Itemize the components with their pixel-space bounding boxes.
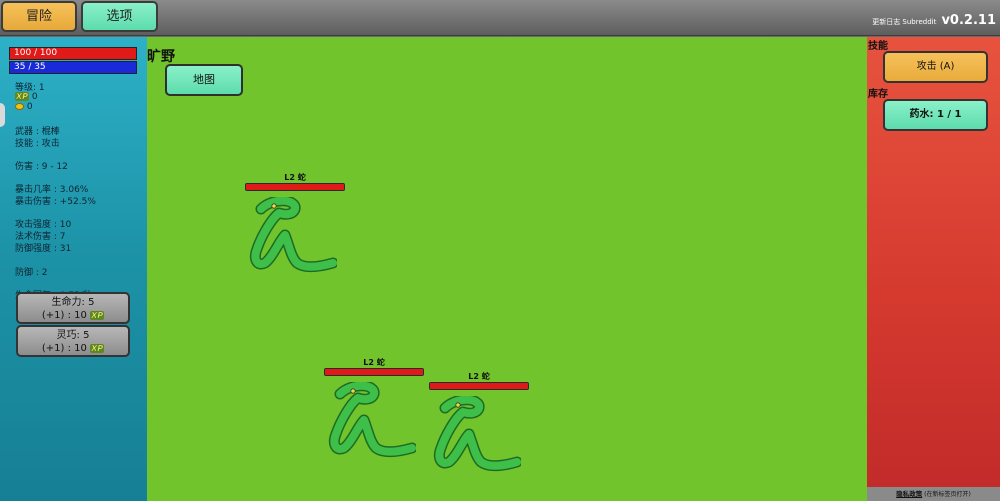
snake-icon — [249, 197, 337, 273]
battlefield: 旷野 地图 L2 蛇 L2 蛇 L2 蛇 — [147, 37, 867, 501]
privacy-link[interactable]: 隐私政策 — [896, 490, 922, 498]
upgrade-vitality-name: 生命力: 5 — [51, 297, 95, 308]
version-label: v0.2.11 — [941, 13, 996, 28]
upgrade-vitality-button[interactable]: 生命力: 5 (+1) : 10 XP — [16, 292, 130, 324]
crit-damage-stat: 暴击伤害 : +52.5% — [15, 197, 96, 207]
enemy-snake[interactable]: L2 蛇 — [245, 172, 345, 277]
xp-value: 0 — [31, 92, 38, 102]
defense-power-stat: 防御强度 : 31 — [15, 244, 72, 254]
mana-bar: 35 / 35 — [9, 61, 137, 74]
snake-icon — [433, 396, 521, 472]
tab-adventure[interactable]: 冒险 — [1, 1, 77, 32]
enemy-snake[interactable]: L2 蛇 — [429, 371, 529, 476]
enemy-snake[interactable]: L2 蛇 — [324, 357, 424, 462]
skills-title: 技能 — [868, 41, 888, 52]
tab-options[interactable]: 选项 — [81, 1, 158, 32]
potion-button[interactable]: 药水: 1 / 1 — [883, 99, 988, 131]
panel-toggle-handle[interactable] — [0, 103, 5, 127]
upgrade-agility-cost: (+1) : 10 — [41, 343, 87, 354]
map-button[interactable]: 地图 — [165, 64, 243, 96]
enemy-health-fill — [246, 184, 344, 190]
enemy-health-bar — [429, 382, 529, 390]
attack-button[interactable]: 攻击 (A) — [883, 51, 988, 83]
gold-value: 0 — [26, 102, 33, 112]
upgrade-agility-button[interactable]: 灵巧: 5 (+1) : 10 XP — [16, 325, 130, 357]
enemy-label: L2 蛇 — [468, 372, 490, 381]
top-bar: 冒险 选项 更新日志 Subreddit v0.2.11 — [0, 0, 1000, 36]
snake-icon — [328, 382, 416, 458]
inventory-title: 库存 — [868, 89, 888, 100]
xp-stat: XP 0 — [15, 92, 38, 102]
upgrade-vitality-cost: (+1) : 10 — [41, 310, 87, 321]
health-bar: 100 / 100 — [9, 47, 137, 60]
area-title: 旷野 — [147, 49, 175, 65]
defense-stat: 防御 : 2 — [15, 268, 48, 278]
skill-stat: 技能 : 攻击 — [15, 139, 60, 149]
privacy-note: (在新标签页打开) — [924, 491, 971, 498]
version-info: 更新日志 Subreddit v0.2.11 — [872, 9, 996, 28]
enemy-health-fill — [430, 383, 528, 389]
xp-icon: XP — [90, 311, 105, 320]
upgrade-agility-name: 灵巧: 5 — [56, 330, 90, 341]
xp-icon: XP — [15, 92, 30, 101]
enemy-health-bar — [245, 183, 345, 191]
xp-icon: XP — [90, 344, 105, 353]
changelog-link[interactable]: 更新日志 Subreddit — [872, 18, 936, 26]
gold-coin-icon — [15, 103, 24, 110]
action-panel: 技能 攻击 (A) 库存 药水: 1 / 1 隐私政策 (在新标签页打开) — [867, 37, 1000, 501]
privacy-footer: 隐私政策 (在新标签页打开) — [867, 487, 1000, 501]
enemy-health-fill — [325, 369, 423, 375]
damage-stat: 伤害 : 9 - 12 — [15, 162, 68, 172]
gold-stat: 0 — [15, 102, 33, 112]
enemy-label: L2 蛇 — [363, 358, 385, 367]
player-panel: 100 / 100 35 / 35 等级: 1 XP 0 0 武器 : 棍棒 技… — [0, 37, 147, 501]
enemy-health-bar — [324, 368, 424, 376]
enemy-label: L2 蛇 — [284, 173, 306, 182]
